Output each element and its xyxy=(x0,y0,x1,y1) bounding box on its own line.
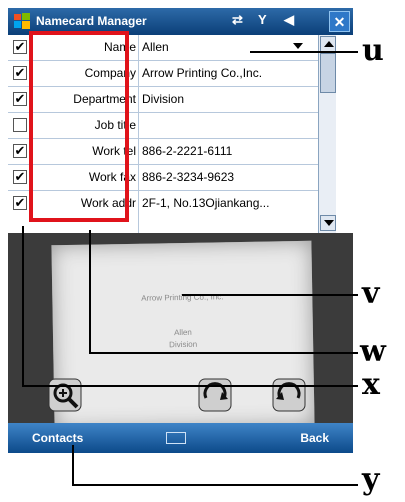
card-role-text: Division xyxy=(169,339,198,350)
up-arrow-icon xyxy=(324,41,334,47)
callout-y: y xyxy=(362,462,380,497)
callout-line-w xyxy=(89,352,358,354)
field-value[interactable]: Division xyxy=(142,92,318,106)
card-photo: Arrow Printing Co., Inc. Allen Division xyxy=(8,233,353,423)
windows-logo-icon[interactable] xyxy=(13,12,31,30)
zoom-in-icon[interactable] xyxy=(48,378,82,412)
field-checkbox[interactable]: ✔ xyxy=(13,66,27,80)
rotate-right-icon[interactable] xyxy=(198,378,232,412)
card-person-text: Allen xyxy=(173,327,192,338)
callout-line-y-vertical xyxy=(72,445,74,485)
menu-bar: Contacts Back xyxy=(8,423,353,453)
callout-line-w-vertical xyxy=(89,230,91,354)
field-value[interactable]: Arrow Printing Co.,Inc. xyxy=(142,66,318,80)
field-checkbox[interactable] xyxy=(13,118,27,132)
callout-w: w xyxy=(360,334,386,369)
callout-u: u xyxy=(362,33,384,68)
callout-line-v xyxy=(182,294,358,296)
vertical-scrollbar[interactable] xyxy=(318,35,336,233)
right-gutter xyxy=(336,35,353,233)
field-labels-highlight xyxy=(29,31,129,222)
app-title: Namecard Manager xyxy=(36,14,147,28)
card-company-text: Arrow Printing Co., Inc. xyxy=(141,292,224,303)
callout-line-x-vertical xyxy=(22,226,24,386)
callout-x: x xyxy=(362,367,380,402)
callout-line-x xyxy=(22,385,358,387)
field-checkbox[interactable]: ✔ xyxy=(13,170,27,184)
scroll-down-button[interactable] xyxy=(320,215,336,231)
field-checkbox[interactable]: ✔ xyxy=(13,196,27,210)
scroll-up-button[interactable] xyxy=(320,36,336,52)
rotate-left-icon[interactable] xyxy=(272,378,306,412)
callout-line-y xyxy=(72,484,358,486)
dropdown-arrow-icon[interactable] xyxy=(293,43,303,49)
field-value[interactable]: 2F-1, No.13Ojiankang... xyxy=(142,196,318,210)
field-value[interactable]: 886-2-2221-6111 xyxy=(142,144,318,158)
back-softkey[interactable]: Back xyxy=(300,431,329,445)
contacts-softkey[interactable]: Contacts xyxy=(32,431,83,445)
scroll-thumb[interactable] xyxy=(320,53,336,93)
sync-icon[interactable]: ⇄ xyxy=(232,12,243,28)
signal-icon[interactable]: Y xyxy=(258,12,267,27)
field-checkbox[interactable]: ✔ xyxy=(13,92,27,106)
close-button[interactable]: ✕ xyxy=(329,11,350,32)
field-checkbox[interactable]: ✔ xyxy=(13,40,27,54)
callout-line-u xyxy=(250,51,358,53)
callout-v: v xyxy=(362,276,380,311)
field-value[interactable]: 886-2-3234-9623 xyxy=(142,170,318,184)
field-checkbox[interactable]: ✔ xyxy=(13,144,27,158)
volume-icon[interactable]: ◀ xyxy=(284,12,294,28)
down-arrow-icon xyxy=(324,220,334,226)
keyboard-icon[interactable] xyxy=(166,432,186,444)
